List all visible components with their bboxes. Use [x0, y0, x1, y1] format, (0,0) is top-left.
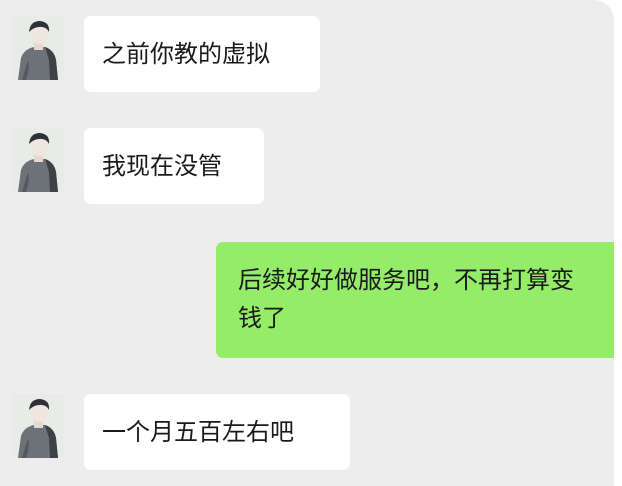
avatar-illustration-icon — [12, 394, 64, 458]
message-bubble-incoming[interactable]: 一个月五百左右吧 — [84, 394, 350, 470]
message-row: 一个月五百左右吧 — [0, 0, 614, 486]
contact-avatar[interactable] — [12, 394, 64, 458]
chat-panel: 之前你教的虚拟 我现在没管 后续好好做服务吧，不再打算变 钱了 一个月五百左右吧 — [0, 0, 614, 486]
message-text: 一个月五百左右吧 — [102, 418, 294, 446]
